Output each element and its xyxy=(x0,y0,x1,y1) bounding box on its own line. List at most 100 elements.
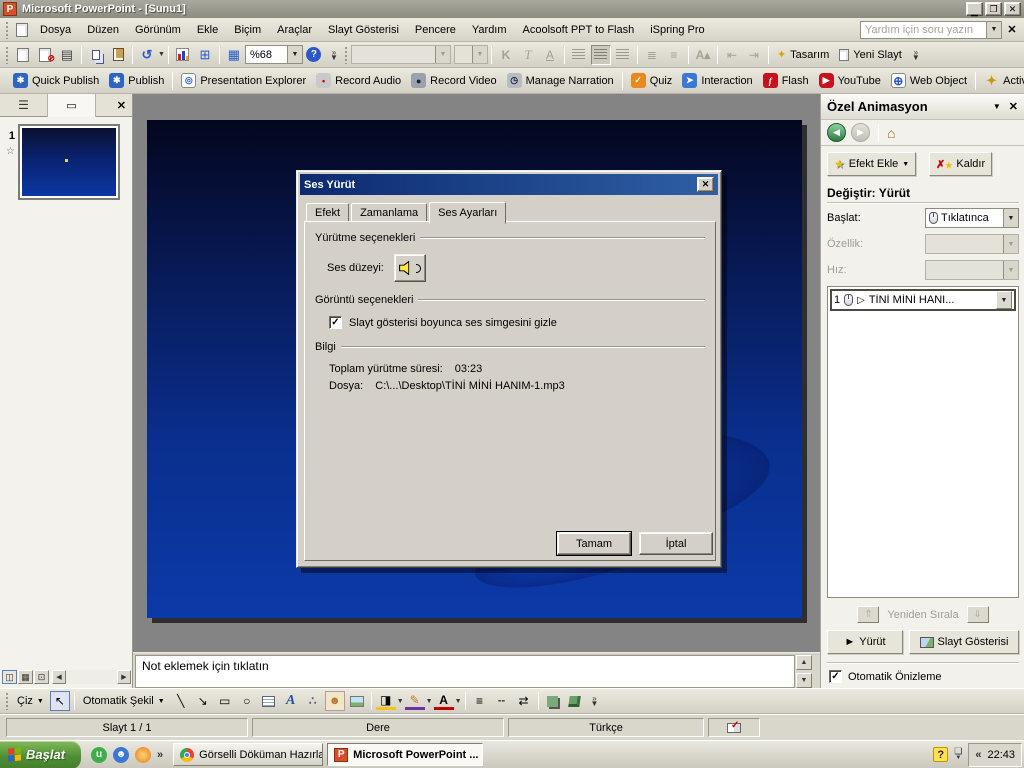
menu-slayt-gosterisi[interactable]: Slayt Gösterisi xyxy=(320,24,407,36)
ok-button[interactable]: Tamam xyxy=(557,532,631,555)
line-style-icon[interactable]: ≡ xyxy=(470,691,490,711)
animation-item-dropdown-icon[interactable]: ▼ xyxy=(996,291,1012,309)
help-icon[interactable]: ? xyxy=(304,45,324,65)
undo-icon[interactable]: ↺ xyxy=(137,45,157,65)
notes-editor[interactable]: Not eklemek için tıklatın xyxy=(135,655,795,688)
hide-sound-icon-checkbox[interactable]: ✓ xyxy=(329,316,342,329)
increase-indent-icon[interactable]: ⇥ xyxy=(744,45,764,65)
arrow-icon[interactable]: ↘ xyxy=(193,691,213,711)
home-icon[interactable]: ⌂ xyxy=(887,125,895,141)
presentation-explorer-button[interactable]: ◎Presentation Explorer xyxy=(176,70,311,92)
slide-thumbnail[interactable] xyxy=(18,124,120,200)
add-effect-button[interactable]: ★ Efekt Ekle ▼ xyxy=(827,152,916,176)
copy-icon[interactable] xyxy=(86,45,106,65)
undo-dropdown-icon[interactable]: ▼ xyxy=(158,51,165,58)
youtube-button[interactable]: ▶YouTube xyxy=(814,70,886,92)
activate-button[interactable]: ✦Activate xyxy=(979,70,1024,92)
menu-bicim[interactable]: Biçim xyxy=(226,24,269,36)
interaction-button[interactable]: ➤Interaction xyxy=(677,70,757,92)
panel-close-icon[interactable]: ✕ xyxy=(117,99,126,112)
print-icon[interactable]: ▤ xyxy=(57,45,77,65)
tray-window-icon[interactable]: ❏▼ xyxy=(954,748,962,762)
menu-pencere[interactable]: Pencere xyxy=(407,24,464,36)
notes-scrollbar[interactable]: ▲ ▼ xyxy=(796,655,812,688)
cancel-button[interactable]: İptal xyxy=(639,532,713,555)
align-right-icon[interactable] xyxy=(613,45,633,65)
slideshow-view-icon[interactable]: ⊡ xyxy=(34,670,49,684)
quiz-button[interactable]: ✓Quiz xyxy=(626,70,678,92)
align-left-icon[interactable] xyxy=(569,45,589,65)
slide-sorter-view-icon[interactable]: ▦ xyxy=(18,670,33,684)
permission-icon[interactable]: ⊘ xyxy=(35,45,55,65)
scroll-track[interactable] xyxy=(66,670,117,684)
menu-araclar[interactable]: Araçlar xyxy=(269,24,320,36)
zoom-dropdown-icon[interactable]: ▼ xyxy=(287,46,302,63)
record-audio-button[interactable]: •Record Audio xyxy=(311,70,406,92)
wordart-icon[interactable]: A xyxy=(281,691,301,711)
tab-efekt[interactable]: Efekt xyxy=(306,203,349,222)
font-color-dropdown-icon[interactable]: ▼ xyxy=(455,698,462,705)
tab-slides[interactable]: ▭ xyxy=(48,94,96,117)
new-slide-button[interactable]: Yeni Slayt xyxy=(834,44,907,66)
numbered-list-icon[interactable]: ≣ xyxy=(642,45,662,65)
normal-view-icon[interactable]: ◫ xyxy=(2,670,17,684)
orange-app-icon[interactable] xyxy=(135,747,151,763)
line-icon[interactable]: ╲ xyxy=(171,691,191,711)
task-pane-close-icon[interactable]: ✕ xyxy=(1009,100,1018,113)
back-icon[interactable]: ◀ xyxy=(827,123,846,142)
autoshapes-menu-button[interactable]: Otomatik Şekil ▼ xyxy=(78,690,170,712)
tab-zamanlama[interactable]: Zamanlama xyxy=(351,203,427,222)
menu-acoolsoft[interactable]: Acoolsoft PPT to Flash xyxy=(515,24,643,36)
line-color-dropdown-icon[interactable]: ▼ xyxy=(426,698,433,705)
insert-table-icon[interactable]: ⊞ xyxy=(195,45,215,65)
help-dropdown-icon[interactable]: ▼ xyxy=(986,22,1001,38)
menu-dosya[interactable]: Dosya xyxy=(32,24,79,36)
taskbar-window-chrome[interactable]: Görselli Döküman Hazırla... xyxy=(173,743,323,766)
quick-launch-chevron-icon[interactable]: » xyxy=(157,749,163,761)
bold-button[interactable]: K xyxy=(496,45,516,65)
toolbar-options-chevron[interactable]: »▼ xyxy=(327,45,341,65)
messenger-icon[interactable]: ☻ xyxy=(113,747,129,763)
clip-art-icon[interactable]: ☻ xyxy=(325,691,345,711)
menu-duzen[interactable]: Düzen xyxy=(79,24,127,36)
diagram-icon[interactable]: ∴ xyxy=(303,691,323,711)
fill-color-icon[interactable]: ◨ xyxy=(376,693,396,710)
align-center-icon[interactable] xyxy=(591,45,611,65)
scroll-up-icon[interactable]: ▲ xyxy=(796,655,812,670)
zoom-combobox[interactable]: %68 ▼ xyxy=(245,45,303,64)
shadow-style-icon[interactable] xyxy=(543,691,563,711)
dialog-close-icon[interactable]: ✕ xyxy=(697,177,714,192)
font-color-icon[interactable]: A xyxy=(434,693,454,710)
oval-icon[interactable]: ○ xyxy=(237,691,257,711)
insert-picture-icon[interactable] xyxy=(347,691,367,711)
tab-ses-ayarlari[interactable]: Ses Ayarları xyxy=(429,202,506,224)
flash-button[interactable]: fFlash xyxy=(758,70,814,92)
arrow-style-icon[interactable]: ⇄ xyxy=(514,691,534,711)
restore-button[interactable]: ❐ xyxy=(985,2,1002,16)
3d-style-icon[interactable] xyxy=(565,691,585,711)
bullet-list-icon[interactable]: ≡ xyxy=(664,45,684,65)
task-pane-dropdown-icon[interactable]: ▼ xyxy=(993,102,1001,111)
dash-style-icon[interactable]: ╌ xyxy=(492,691,512,711)
tab-outline[interactable]: ☰ xyxy=(0,94,48,117)
increase-font-icon[interactable]: A▴ xyxy=(693,45,713,65)
panel-horizontal-scrollbar[interactable]: ◀ ▶ xyxy=(52,670,131,684)
menu-ekle[interactable]: Ekle xyxy=(189,24,226,36)
auto-preview-row[interactable]: ✓ Otomatik Önizleme xyxy=(829,670,942,683)
quick-publish-button[interactable]: ✱Quick Publish xyxy=(8,70,104,92)
menu-gorunum[interactable]: Görünüm xyxy=(127,24,189,36)
taskbar-window-powerpoint[interactable]: P Microsoft PowerPoint ... xyxy=(327,743,483,766)
menu-yardim[interactable]: Yardım xyxy=(464,24,515,36)
manage-narration-button[interactable]: ◷Manage Narration xyxy=(502,70,619,92)
scroll-right-icon[interactable]: ▶ xyxy=(117,670,131,684)
select-objects-icon[interactable]: ↖ xyxy=(50,691,70,711)
slide-design-button[interactable]: ✦ Tasarım xyxy=(772,44,834,66)
animation-list-item[interactable]: 1 ▷ TİNİ MİNİ HANI... ▼ xyxy=(830,289,1016,311)
tray-help-icon[interactable]: ? xyxy=(933,747,948,762)
text-box-icon[interactable] xyxy=(259,691,279,711)
publish-button[interactable]: ✱Publish xyxy=(104,70,169,92)
hide-icon-row[interactable]: ✓ Slayt gösterisi boyunca ses simgesini … xyxy=(329,316,715,329)
grid-icon[interactable]: ▦ xyxy=(224,45,244,65)
paste-icon[interactable] xyxy=(108,45,128,65)
remove-button[interactable]: ✗★ Kaldır xyxy=(929,152,992,176)
